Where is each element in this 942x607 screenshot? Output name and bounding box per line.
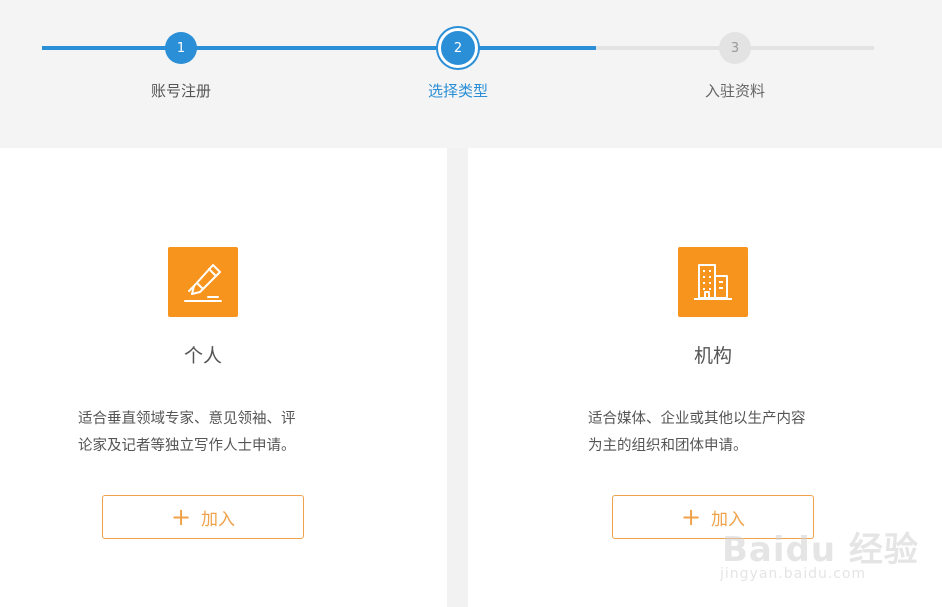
card-title: 机构	[693, 345, 732, 367]
step-number-circle: 3	[719, 32, 751, 64]
baidu-jingyan-watermark: Baidu 经验 jingyan.baidu.com	[720, 500, 920, 590]
card-description: 适合垂直领域专家、意见领袖、评 论家及记者等独立写作人士申请。	[78, 406, 328, 460]
plus-icon: +	[170, 503, 192, 531]
watermark-url: jingyan.baidu.com	[720, 566, 867, 582]
description-line: 为主的组织和团体申请。	[588, 438, 748, 454]
description-line: 适合媒体、企业或其他以生产内容	[588, 411, 806, 427]
step-label: 入驻资料	[704, 82, 765, 100]
plus-icon: +	[680, 503, 702, 531]
step-number-circle-active: 2	[438, 28, 478, 68]
watermark-main-text: Baidu 经验	[722, 530, 919, 570]
card-description: 适合媒体、企业或其他以生产内容 为主的组织和团体申请。	[588, 406, 838, 460]
stepper-track-completed	[42, 46, 596, 50]
step-number-circle: 1	[165, 32, 197, 64]
step-label: 账号注册	[150, 82, 211, 100]
description-line: 论家及记者等独立写作人士申请。	[78, 438, 296, 454]
progress-stepper: 1 账号注册 2 选择类型 3 入驻资料	[0, 0, 942, 148]
building-icon	[678, 247, 748, 317]
card-title: 个人	[183, 345, 222, 367]
description-line: 适合垂直领域专家、意见领袖、评	[78, 411, 296, 427]
personal-type-card[interactable]: 个人 适合垂直领域专家、意见领袖、评 论家及记者等独立写作人士申请。 + 加入	[0, 148, 447, 607]
step-label-active: 选择类型	[427, 82, 488, 100]
button-label: 加入	[201, 509, 236, 530]
join-personal-button[interactable]: + 加入	[102, 495, 304, 539]
pen-writing-icon	[168, 247, 238, 317]
